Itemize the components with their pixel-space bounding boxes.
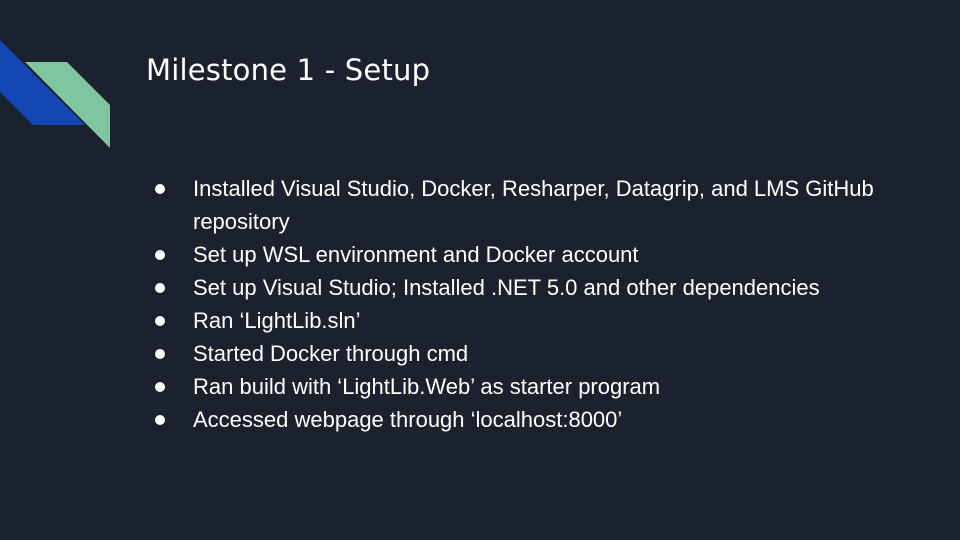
bullet-text: Set up WSL environment and Docker accoun…: [193, 242, 639, 267]
bullet-icon: [155, 349, 165, 359]
bullet-item: Accessed webpage through ‘localhost:8000…: [151, 403, 911, 436]
bullet-item: Set up WSL environment and Docker accoun…: [151, 238, 911, 271]
bullet-list: Installed Visual Studio, Docker, Resharp…: [151, 172, 911, 436]
bullet-item: Ran ‘LightLib.sln’: [151, 304, 911, 337]
bullet-text: Started Docker through cmd: [193, 341, 469, 366]
bullet-item: Set up Visual Studio; Installed .NET 5.0…: [151, 271, 911, 304]
bullet-item: Installed Visual Studio, Docker, Resharp…: [151, 172, 911, 238]
bullet-text: Ran ‘LightLib.sln’: [193, 308, 361, 333]
bullet-icon: [155, 316, 165, 326]
corner-decoration: [0, 40, 110, 148]
bullet-icon: [155, 382, 165, 392]
slide-title: Milestone 1 - Setup: [146, 53, 431, 87]
bullet-icon: [155, 283, 165, 293]
slide: Milestone 1 - Setup Installed Visual Stu…: [0, 0, 960, 540]
bullet-text: Ran build with ‘LightLib.Web’ as starter…: [193, 374, 661, 399]
bullet-icon: [155, 184, 165, 194]
bullet-item: Started Docker through cmd: [151, 337, 911, 370]
bullet-text: Accessed webpage through ‘localhost:8000…: [193, 407, 623, 432]
bullet-text: Set up Visual Studio; Installed .NET 5.0…: [193, 275, 820, 300]
bullet-icon: [155, 250, 165, 260]
bullet-icon: [155, 415, 165, 425]
bullet-text: Installed Visual Studio, Docker, Resharp…: [193, 176, 874, 234]
bullet-item: Ran build with ‘LightLib.Web’ as starter…: [151, 370, 911, 403]
